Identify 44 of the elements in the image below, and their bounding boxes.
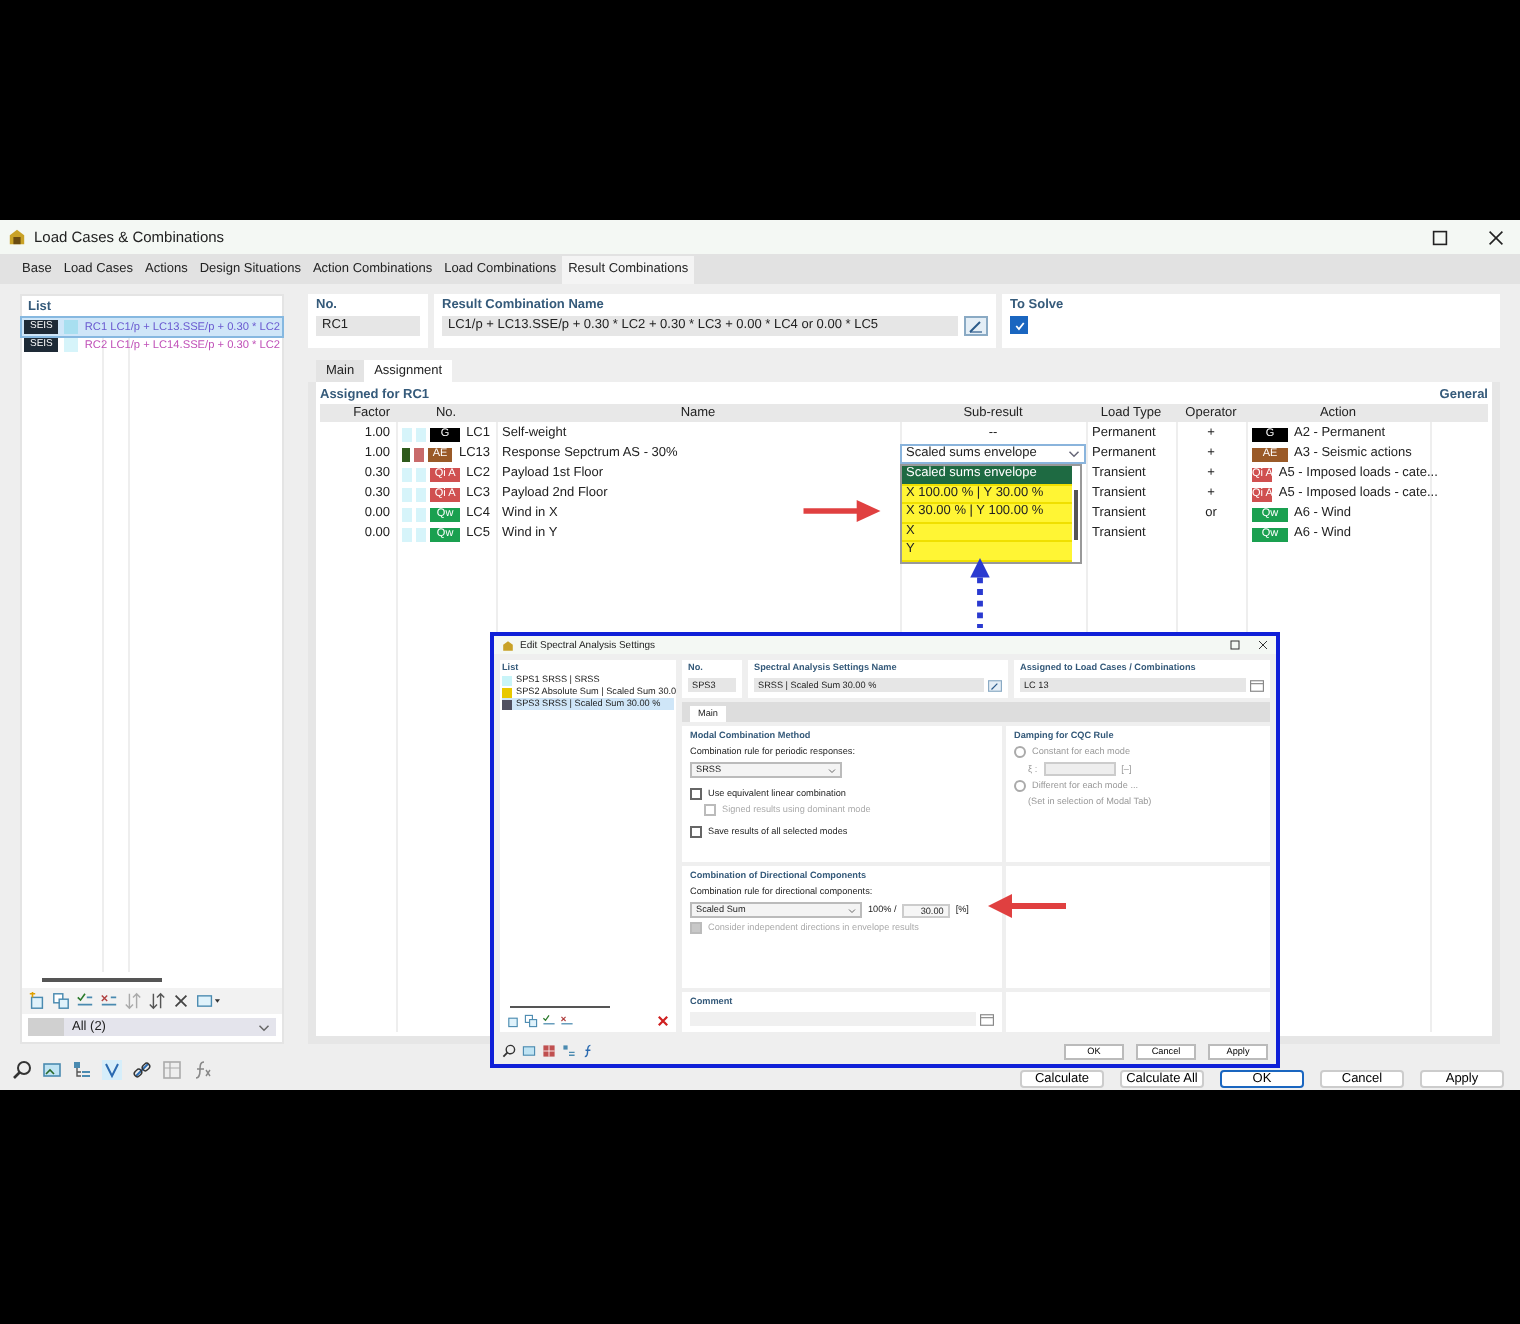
uncheck-list-icon[interactable] — [100, 992, 118, 1010]
chevron-icon — [848, 907, 856, 913]
pointer-arrow — [988, 894, 1068, 918]
checkbox[interactable] — [690, 826, 702, 838]
new-item-icon[interactable] — [28, 992, 46, 1010]
function-icon[interactable] — [192, 1059, 212, 1079]
chevron-icon — [828, 767, 836, 773]
filter-icon[interactable] — [102, 1059, 122, 1079]
delete-icon[interactable] — [656, 1014, 670, 1028]
scrollbar[interactable] — [1074, 490, 1078, 540]
edit-icon[interactable] — [964, 316, 988, 336]
edit-icon[interactable] — [988, 679, 1002, 691]
list-icon[interactable] — [980, 1013, 994, 1025]
copy-icon[interactable] — [524, 1014, 538, 1028]
scrollbar[interactable] — [42, 978, 162, 982]
copy-icon[interactable] — [52, 992, 70, 1010]
chevron-icon — [1068, 450, 1080, 458]
scrollbar[interactable] — [510, 1005, 610, 1008]
search-icon[interactable] — [12, 1059, 32, 1079]
tree-icon[interactable] — [72, 1059, 92, 1079]
new-item-icon[interactable] — [506, 1014, 520, 1028]
image-icon[interactable] — [42, 1059, 62, 1079]
pointer-arrow — [800, 500, 884, 522]
app-icon — [502, 639, 514, 651]
function-icon[interactable] — [582, 1044, 596, 1058]
grid-icon[interactable] — [542, 1044, 556, 1058]
search-icon[interactable] — [502, 1044, 516, 1058]
close-icon[interactable] — [1488, 229, 1504, 245]
checkbox[interactable] — [690, 788, 702, 800]
check-list-icon[interactable] — [76, 992, 94, 1010]
dotted-arrow — [970, 558, 990, 628]
tree-icon[interactable] — [562, 1044, 576, 1058]
app-icon — [8, 228, 26, 246]
check-list-icon[interactable] — [542, 1014, 556, 1028]
link-icon[interactable] — [132, 1059, 152, 1079]
image-icon[interactable] — [522, 1044, 536, 1058]
uncheck-list-icon[interactable] — [560, 1014, 574, 1028]
list-icon[interactable] — [1250, 679, 1264, 691]
close-icon[interactable] — [1258, 640, 1268, 650]
checkbox[interactable] — [1010, 316, 1028, 334]
sort-icon[interactable] — [148, 992, 166, 1010]
maximize-icon[interactable] — [1432, 229, 1448, 245]
delete-icon[interactable] — [172, 992, 190, 1010]
chevron-icon — [258, 1023, 270, 1031]
